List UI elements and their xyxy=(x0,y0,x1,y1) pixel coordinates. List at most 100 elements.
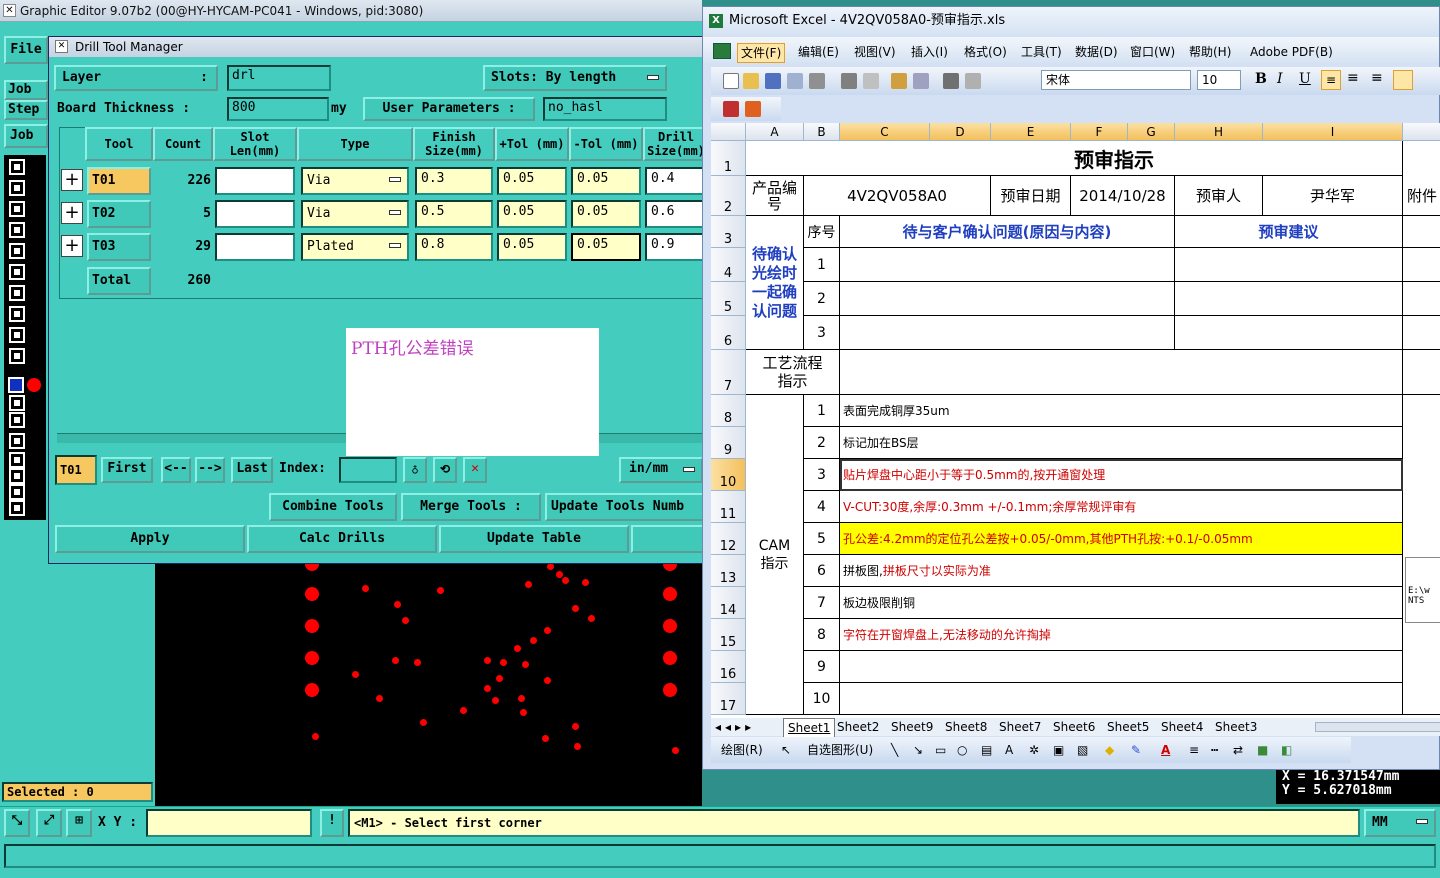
row-header[interactable]: 7 xyxy=(711,350,746,395)
confirm-issues-header[interactable]: 待与客户确认问题(原因与内容) xyxy=(840,216,1175,248)
font-size-combo[interactable]: 10 xyxy=(1197,70,1241,90)
product-no[interactable]: 4V2QV058A0 xyxy=(804,176,991,216)
sheet-tab[interactable]: Sheet3 xyxy=(1215,718,1257,736)
first-button[interactable]: First xyxy=(101,457,153,483)
tool-cell[interactable]: T01 xyxy=(87,167,151,195)
align-center-icon[interactable]: ≡ xyxy=(1347,70,1359,86)
plus-tol-input[interactable]: 0.05 xyxy=(497,233,567,261)
row-header[interactable]: 4 xyxy=(711,248,746,282)
drill-size-input[interactable]: 0.6 xyxy=(645,200,709,228)
layer-field[interactable]: drl xyxy=(227,65,331,91)
slot-len-input[interactable] xyxy=(215,233,295,261)
oval-icon[interactable]: ○ xyxy=(957,737,967,763)
finish-size-input[interactable]: 0.8 xyxy=(415,233,493,261)
slots-combo[interactable]: Slots: By length xyxy=(483,65,667,91)
cam-item[interactable]: 标记加在BS层 xyxy=(840,427,1403,459)
cam-seq[interactable]: 1 xyxy=(804,395,840,427)
cell[interactable] xyxy=(1175,248,1403,282)
chevron-down-icon[interactable] xyxy=(1412,811,1434,835)
layer-checkbox[interactable] xyxy=(9,159,25,175)
row-header[interactable]: 12 xyxy=(711,523,746,555)
update-table-button[interactable]: Update Table xyxy=(439,525,629,553)
cam-item-highlight[interactable]: 孔公差:4.2mm的定位孔公差按+0.05/-0mm,其他PTH孔按:+0.1/… xyxy=(840,523,1403,555)
menu-format[interactable]: 格式(O) xyxy=(961,43,1010,61)
picture-icon[interactable]: ▧ xyxy=(1077,737,1088,763)
menu-insert[interactable]: 插入(I) xyxy=(908,43,951,61)
row-header[interactable]: 13 xyxy=(711,555,746,587)
cam-seq[interactable]: 5 xyxy=(804,523,840,555)
layer-list[interactable] xyxy=(4,155,46,520)
cam-seq[interactable]: 7 xyxy=(804,587,840,619)
embedded-object[interactable]: E:\w NTS xyxy=(1405,557,1440,623)
layer-checkbox[interactable] xyxy=(9,180,25,196)
research-icon[interactable] xyxy=(913,73,929,89)
cam-item[interactable]: 字符在开窗焊盘上,无法移动的允许掏掉 xyxy=(840,619,1403,651)
layer-checkbox[interactable] xyxy=(9,201,25,217)
spelling-icon[interactable] xyxy=(891,73,907,89)
row-header[interactable]: 3 xyxy=(711,216,746,248)
cell[interactable] xyxy=(1403,316,1440,350)
apply-button[interactable]: Apply xyxy=(55,525,245,553)
row-header[interactable]: 10 xyxy=(711,459,746,491)
pdf-mail-icon[interactable] xyxy=(745,101,761,117)
job-button[interactable]: Job xyxy=(4,80,48,100)
layer-checkbox[interactable] xyxy=(9,468,25,484)
main-window-titlebar[interactable]: ✕ Graphic Editor 9.07b2 (00@HY-HYCAM-PC0… xyxy=(0,0,702,22)
font-name-combo[interactable]: 宋体 xyxy=(1041,70,1191,90)
plus-tol-input[interactable]: 0.05 xyxy=(497,167,567,195)
expand-row-icon[interactable]: + xyxy=(61,202,83,224)
row-header[interactable]: 14 xyxy=(711,587,746,619)
line-style-icon[interactable]: ≡ xyxy=(1189,737,1199,763)
sheet-title[interactable]: 预审指示 xyxy=(746,141,1403,176)
user-parameters-button[interactable]: User Parameters : xyxy=(363,97,535,121)
col-header-a[interactable]: A xyxy=(746,123,804,141)
row-header[interactable]: 8 xyxy=(711,395,746,427)
rectangle-icon[interactable]: ▭ xyxy=(935,737,946,763)
line-icon[interactable]: ╲ xyxy=(891,737,898,763)
sheet-tab[interactable]: Sheet7 xyxy=(999,718,1041,736)
tool-cell[interactable]: T03 xyxy=(87,233,151,261)
col-header-e[interactable]: E xyxy=(991,123,1071,141)
email-icon[interactable] xyxy=(809,73,825,89)
cell[interactable] xyxy=(840,350,1403,395)
refresh-icon[interactable]: ⟲ xyxy=(433,457,457,483)
underline-icon[interactable]: U xyxy=(1299,71,1311,87)
cam-seq[interactable]: 4 xyxy=(804,491,840,523)
type-combo[interactable]: Plated xyxy=(301,233,409,261)
cam-seq[interactable]: 10 xyxy=(804,683,840,715)
shadow-icon[interactable]: ■ xyxy=(1257,737,1268,763)
pointer-icon[interactable]: ↖ xyxy=(781,737,791,763)
minus-tol-input[interactable]: 0.05 xyxy=(571,167,641,195)
layer-checkbox[interactable] xyxy=(9,500,25,516)
line-color-icon[interactable]: ✎ xyxy=(1131,737,1141,763)
col-header-c[interactable]: C xyxy=(840,123,930,141)
cam-seq[interactable]: 2 xyxy=(804,427,840,459)
dtm-titlebar[interactable]: ✕ Drill Tool Manager xyxy=(49,37,707,57)
menu-view[interactable]: 视图(V) xyxy=(851,43,899,61)
permission-icon[interactable] xyxy=(787,73,803,89)
print-preview-icon[interactable] xyxy=(863,73,879,89)
zoom-fit-icon[interactable]: ⤢ xyxy=(36,809,62,837)
font-color-icon[interactable]: A xyxy=(1161,737,1170,763)
cam-label[interactable]: CAM指示 xyxy=(746,395,804,715)
file-menu[interactable]: File xyxy=(4,36,48,64)
spreadsheet-grid[interactable]: A B C D E F G H I 1 2 3 4 5 6 7 8 9 10 1… xyxy=(711,123,1440,718)
cam-item[interactable]: 表面完成铜厚35um xyxy=(840,395,1403,427)
fill-color-icon[interactable]: ◆ xyxy=(1105,737,1114,763)
update-tools-numbers-button[interactable]: Update Tools Numb xyxy=(545,493,709,521)
cell[interactable] xyxy=(1175,316,1403,350)
alert-icon[interactable]: ! xyxy=(320,809,344,837)
job-button-2[interactable]: Job xyxy=(4,124,48,148)
sheet-tab[interactable]: Sheet4 xyxy=(1161,718,1203,736)
step-button[interactable]: Step xyxy=(4,100,48,120)
next-button[interactable]: --> xyxy=(195,457,225,483)
expand-row-icon[interactable]: + xyxy=(61,235,83,257)
col-header-g[interactable]: G xyxy=(1128,123,1175,141)
pending-seq[interactable]: 3 xyxy=(804,316,840,350)
workbook-icon[interactable] xyxy=(713,43,731,59)
close-button[interactable] xyxy=(631,525,709,553)
align-left-icon[interactable]: ≡ xyxy=(1321,70,1341,90)
expand-row-icon[interactable]: + xyxy=(61,169,83,191)
horizontal-scrollbar[interactable] xyxy=(1315,722,1440,732)
row-header[interactable]: 16 xyxy=(711,651,746,683)
